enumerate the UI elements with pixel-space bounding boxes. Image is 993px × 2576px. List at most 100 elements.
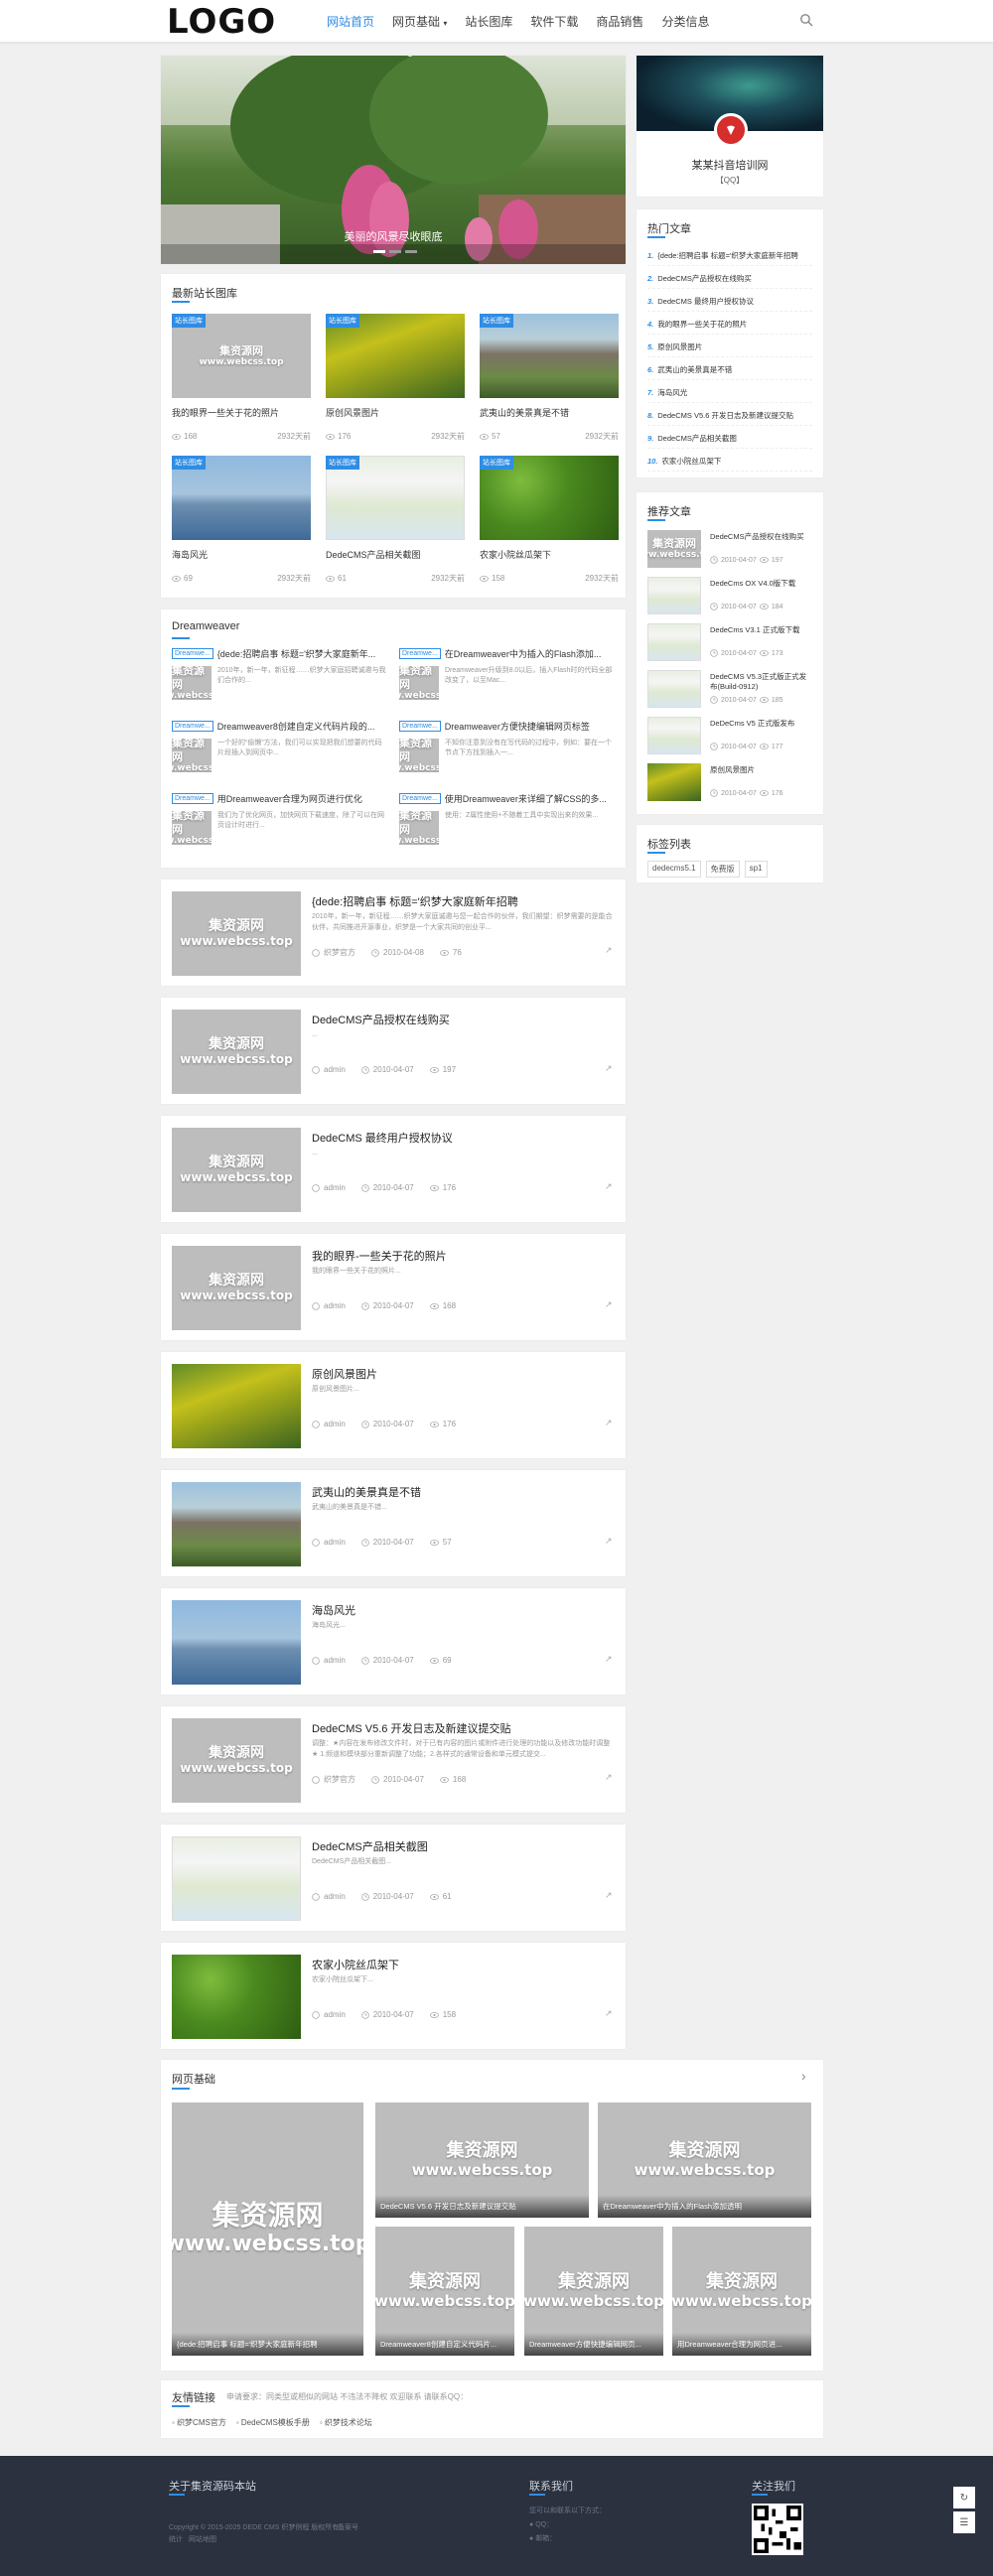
article-title[interactable]: DedeCMS 最终用户授权协议 <box>312 1130 610 1146</box>
dw-item-title[interactable]: Dreamweaver方便快捷编辑网页标签 <box>445 720 618 733</box>
nav-home[interactable]: 网站首页 <box>318 0 383 42</box>
recommend-item[interactable]: DedeCms V3.1 正式版下载 2010-04-07 173 <box>647 623 812 663</box>
article-author[interactable]: admin <box>324 1538 346 1547</box>
share-icon[interactable]: ↗ <box>605 1063 613 1074</box>
web-basics-title[interactable]: 在Dreamweaver中为插入的Flash添加透明 <box>598 2195 811 2218</box>
profile-qq[interactable]: 【QQ】 <box>637 175 823 186</box>
nav-gallery[interactable]: 站长图库 <box>456 0 521 42</box>
article-title[interactable]: {dede:招聘启事 标题='织梦大家庭新年招聘 <box>312 893 610 909</box>
web-basics-item[interactable]: 集资源网 www.webcss.top {dede:招聘启事 标题='织梦大家庭新… <box>172 2102 363 2356</box>
hot-item[interactable]: 1. {dede:招聘启事 标题='织梦大家庭新年招聘 <box>647 250 812 266</box>
recommend-item[interactable]: 原创风景图片 2010-04-07 176 <box>647 763 812 803</box>
hot-item-title[interactable]: DedeCMS产品授权在线购买 <box>657 274 752 283</box>
gallery-item-title[interactable]: 农家小院丝瓜架下 <box>480 548 619 561</box>
dw-item-title[interactable]: 在Dreamweaver中为插入的Flash添加... <box>445 647 618 660</box>
article-author[interactable]: admin <box>324 1301 346 1310</box>
gallery-item-title[interactable]: DedeCMS产品相关截图 <box>326 548 465 561</box>
hot-item-title[interactable]: DedeCMS产品相关截图 <box>657 434 737 443</box>
hot-item-title[interactable]: DedeCMS 最终用户授权协议 <box>657 297 754 306</box>
web-basics-item[interactable]: 集资源网 www.webcss.top 用Dreamweaver合理为网页进... <box>672 2227 811 2356</box>
article-author[interactable]: 织梦官方 <box>324 1774 355 1785</box>
gallery-item-title[interactable]: 原创风景图片 <box>326 406 465 419</box>
recommend-title[interactable]: DedeCMS V5.3正式版正式发布(Build-0912) <box>710 672 812 692</box>
search-icon[interactable] <box>799 13 813 27</box>
gallery-item[interactable]: 站长图库 武夷山的美景真是不错 57 2932天前 <box>480 314 619 442</box>
article-card[interactable]: 农家小院丝瓜架下 农家小院丝瓜架下... admin 2010-04-07 158 … <box>161 1943 626 2049</box>
tag-chip[interactable]: sp1 <box>744 861 768 878</box>
article-author[interactable]: 织梦官方 <box>324 947 355 958</box>
dw-category-tag[interactable]: Dreamwe... <box>172 793 213 804</box>
dw-category-tag[interactable]: Dreamwe... <box>399 721 441 732</box>
article-title[interactable]: DedeCMS产品授权在线购买 <box>312 1012 610 1027</box>
site-logo[interactable]: LOGO <box>167 2 276 42</box>
article-title[interactable]: DedeCMS V5.6 开发日志及新建议提交贴 <box>312 1720 610 1736</box>
hot-item-title[interactable]: 原创风景图片 <box>657 342 702 351</box>
article-title[interactable]: 海岛风光 <box>312 1602 610 1618</box>
article-card[interactable]: 集资源网 www.webcss.top DedeCMS 最终用户授权协议 ... … <box>161 1116 626 1222</box>
footer-email[interactable]: 邮箱： <box>535 2535 556 2542</box>
recommend-title[interactable]: DeDeCms V5 正式版发布 <box>710 719 812 729</box>
dw-item-title[interactable]: {dede:招聘启事 标题='织梦大家庭新年... <box>217 647 390 660</box>
hot-item-title[interactable]: DedeCMS V5.6 开发日志及新建议提交贴 <box>657 411 793 420</box>
gallery-item[interactable]: 站长图库 海岛风光 69 2932天前 <box>172 456 311 584</box>
friend-link[interactable]: ◦ 织梦技术论坛 <box>320 2417 372 2428</box>
nav-web-basics[interactable]: 网页基础 ▾ <box>383 0 456 42</box>
recommend-item[interactable]: DedeCMS V5.3正式版正式发布(Build-0912) 2010-04-… <box>647 670 812 710</box>
share-icon[interactable]: ↗ <box>605 1890 613 1901</box>
hot-item[interactable]: 4. 我的眼界一些关于花的照片 <box>647 319 812 335</box>
hero-slider[interactable]: 美丽的风景尽收眼底 <box>161 56 626 264</box>
hot-item[interactable]: 6. 武夷山的美景真是不错 <box>647 364 812 380</box>
hot-item[interactable]: 7. 海岛风光 <box>647 387 812 403</box>
recommend-item[interactable]: 集资源网www.webcss.top DedeCMS产品授权在线购买 2010-… <box>647 530 812 570</box>
hot-item-title[interactable]: 农家小院丝瓜架下 <box>661 457 721 466</box>
dw-item-title[interactable]: 用Dreamweaver合理为网页进行优化 <box>217 792 390 805</box>
article-author[interactable]: admin <box>324 1656 346 1665</box>
hot-item-title[interactable]: {dede:招聘启事 标题='织梦大家庭新年招聘 <box>657 251 798 260</box>
web-basics-item[interactable]: 集资源网 www.webcss.top Dreamweaver方便快捷编辑网页..… <box>524 2227 663 2356</box>
hot-item[interactable]: 5. 原创风景图片 <box>647 341 812 357</box>
article-card[interactable]: DedeCMS产品相关截图 DedeCMS产品相关截图... admin 2010… <box>161 1825 626 1931</box>
web-basics-title[interactable]: Dreamweaver方便快捷编辑网页... <box>524 2333 663 2356</box>
gallery-item[interactable]: 站长图库 农家小院丝瓜架下 158 2932天前 <box>480 456 619 584</box>
article-title[interactable]: DedeCMS产品相关截图 <box>312 1838 610 1854</box>
gallery-item[interactable]: 站长图库 原创风景图片 176 2932天前 <box>326 314 465 442</box>
dw-item[interactable]: Dreamwe... Dreamweaver8创建自定义代码片段的... 集资源网… <box>172 720 390 772</box>
chevron-right-icon[interactable]: › <box>801 2068 806 2084</box>
web-basics-title[interactable]: 用Dreamweaver合理为网页进... <box>672 2333 811 2356</box>
recommend-title[interactable]: DedeCms OX V4.0版下载 <box>710 579 812 589</box>
article-author[interactable]: admin <box>324 1420 346 1428</box>
footer-sitemap-link[interactable]: 网站地图 <box>189 2534 216 2544</box>
hot-item-title[interactable]: 海岛风光 <box>657 388 687 397</box>
dw-item[interactable]: Dreamwe... 使用Dreamweaver来详细了解CSS的多... 集资源… <box>399 792 618 845</box>
dw-item-title[interactable]: Dreamweaver8创建自定义代码片段的... <box>217 720 390 733</box>
article-title[interactable]: 原创风景图片 <box>312 1366 610 1382</box>
article-author[interactable]: admin <box>324 1892 346 1901</box>
nav-software[interactable]: 软件下载 <box>521 0 587 42</box>
share-icon[interactable]: ↗ <box>605 1654 613 1665</box>
hot-item[interactable]: 10. 农家小院丝瓜架下 <box>647 456 812 472</box>
gallery-item-title[interactable]: 海岛风光 <box>172 548 311 561</box>
article-card[interactable]: 集资源网 www.webcss.top {dede:招聘启事 标题='织梦大家庭新… <box>161 880 626 986</box>
nav-classifieds[interactable]: 分类信息 <box>652 0 718 42</box>
tag-chip[interactable]: 免费版 <box>705 861 740 878</box>
share-icon[interactable]: ↗ <box>605 1536 613 1547</box>
dw-item-title[interactable]: 使用Dreamweaver来详细了解CSS的多... <box>445 792 618 805</box>
dw-category-tag[interactable]: Dreamwe... <box>399 793 441 804</box>
web-basics-title[interactable]: DedeCMS V5.6 开发日志及新建议提交贴 <box>375 2195 589 2218</box>
gallery-item[interactable]: 集资源网 www.webcss.top 站长图库 我的眼界一些关于花的照片 168 2… <box>172 314 311 442</box>
recommend-item[interactable]: DeDeCms V5 正式版发布 2010-04-07 177 <box>647 717 812 756</box>
tag-chip[interactable]: dedecms5.1 <box>647 861 701 878</box>
dw-category-tag[interactable]: Dreamwe... <box>172 648 213 659</box>
gallery-item[interactable]: 站长图库 DedeCMS产品相关截图 61 2932天前 <box>326 456 465 584</box>
nav-shop[interactable]: 商品销售 <box>587 0 652 42</box>
footer-stats-link[interactable]: 统计 <box>169 2534 183 2544</box>
share-icon[interactable]: ↗ <box>605 2008 613 2019</box>
avatar[interactable] <box>714 113 748 147</box>
article-author[interactable]: admin <box>324 2010 346 2019</box>
dw-category-tag[interactable]: Dreamwe... <box>399 648 441 659</box>
float-refresh-button[interactable]: ↻ <box>953 2487 975 2508</box>
dw-item[interactable]: Dreamwe... {dede:招聘启事 标题='织梦大家庭新年... 集资源网… <box>172 647 390 700</box>
share-icon[interactable]: ↗ <box>605 1299 613 1310</box>
share-icon[interactable]: ↗ <box>605 1418 613 1428</box>
web-basics-item[interactable]: 集资源网 www.webcss.top DedeCMS V5.6 开发日志及新建议… <box>375 2102 589 2218</box>
